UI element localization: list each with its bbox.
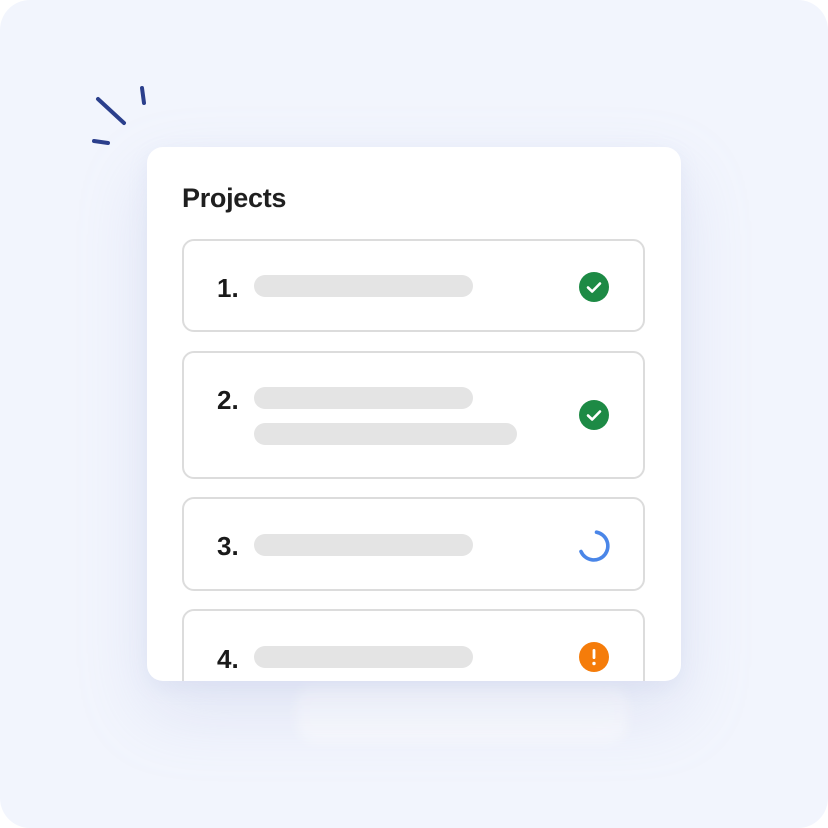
project-row-3[interactable]: 3. [182, 497, 645, 591]
project-description-placeholder [254, 423, 517, 445]
project-number: 4. [217, 644, 239, 674]
project-number: 3. [217, 531, 239, 561]
projects-card: Projects 1. 2. 3. 4. [147, 147, 681, 681]
project-name-placeholder [254, 275, 473, 297]
check-circle-icon [579, 400, 609, 430]
project-row-4[interactable]: 4. [182, 609, 645, 681]
card-title: Projects [182, 183, 287, 213]
alert-circle-icon [579, 642, 609, 672]
loading-spinner-icon [579, 530, 610, 562]
project-name-placeholder [254, 387, 473, 409]
illustration-canvas: Projects 1. 2. 3. 4. [0, 0, 828, 828]
project-name-placeholder [254, 646, 473, 668]
sparkle-icon [92, 86, 146, 145]
project-number: 1. [217, 273, 239, 303]
card-shadow-reflection [296, 684, 628, 742]
project-row-1[interactable]: 1. [182, 239, 645, 332]
project-row-2[interactable]: 2. [182, 351, 645, 479]
check-circle-icon [579, 272, 609, 302]
project-number: 2. [217, 385, 239, 415]
project-name-placeholder [254, 534, 473, 556]
